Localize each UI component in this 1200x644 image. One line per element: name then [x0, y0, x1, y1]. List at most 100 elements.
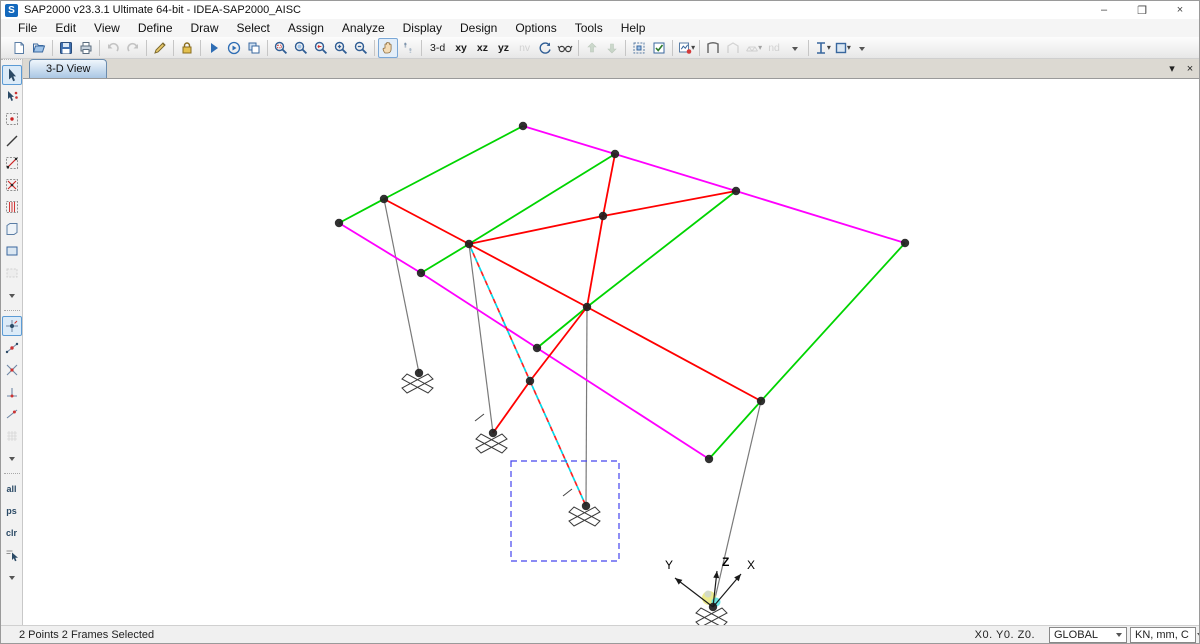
perspective-toggle-button[interactable] — [555, 38, 575, 58]
quick-draw-secondary-beams-button[interactable] — [2, 197, 22, 217]
restore-previous-selection-button[interactable]: ps — [2, 501, 22, 521]
snap-to-fine-grid-icon — [4, 428, 20, 444]
menu-bar: FileEditViewDefineDrawSelectAssignAnalyz… — [1, 19, 1199, 37]
redo-button — [123, 38, 143, 58]
units-select[interactable]: KN, mm, C — [1130, 627, 1196, 643]
close-button[interactable]: × — [1161, 1, 1199, 19]
refresh-window-button[interactable] — [150, 38, 170, 58]
draw-poly-area-button[interactable] — [2, 219, 22, 239]
menu-help[interactable]: Help — [612, 19, 655, 37]
menu-select[interactable]: Select — [228, 19, 279, 37]
snap-to-perpendicular-button[interactable] — [2, 382, 22, 402]
select-pointer-button[interactable] — [2, 65, 22, 85]
truss-frame-tool-dropdown-icon[interactable]: ▾ — [758, 43, 762, 52]
area-section-display-dropdown-icon[interactable]: ▾ — [847, 43, 851, 52]
shrink-objects-button[interactable] — [629, 38, 649, 58]
area-section-display-button[interactable]: ▾ — [832, 38, 852, 58]
coordinate-system-select[interactable]: GLOBAL — [1049, 627, 1127, 643]
more-display-dropdown-button[interactable] — [852, 38, 872, 58]
object-shortcut-options-dropdown-icon[interactable]: ▾ — [691, 43, 695, 52]
run-analysis-options-button[interactable] — [224, 38, 244, 58]
minimize-button[interactable]: – — [1085, 1, 1123, 19]
draw-rect-area-button[interactable] — [2, 241, 22, 261]
clear-selection-button[interactable]: clr — [2, 523, 22, 543]
set-display-options-button[interactable] — [649, 38, 669, 58]
previous-zoom-button[interactable] — [311, 38, 331, 58]
rotate-3d-view-button[interactable] — [535, 38, 555, 58]
zoom-out-one-step-button[interactable] — [351, 38, 371, 58]
set-3d-view-button[interactable]: 3-d — [425, 38, 450, 58]
snap-to-intersections-button[interactable] — [2, 360, 22, 380]
menu-analyze[interactable]: Analyze — [333, 19, 394, 37]
frame-section-display-dropdown-icon[interactable]: ▾ — [827, 43, 831, 52]
toolbar-separator — [699, 40, 700, 56]
snap-to-ends-midpoints-button[interactable] — [2, 338, 22, 358]
more-select-tools-button[interactable] — [2, 567, 22, 587]
frame-section-display-button[interactable]: ▾ — [812, 38, 832, 58]
print-button[interactable] — [76, 38, 96, 58]
toolbar-separator — [173, 40, 174, 56]
quick-draw-braces-button[interactable] — [2, 175, 22, 195]
more-draw-tools-button[interactable] — [2, 285, 22, 305]
rubber-band-zoom-button[interactable] — [271, 38, 291, 58]
menu-file[interactable]: File — [9, 19, 46, 37]
tab-3d-view[interactable]: 3-D View — [29, 59, 107, 78]
draw-frame-button[interactable] — [2, 131, 22, 151]
menu-view[interactable]: View — [85, 19, 129, 37]
new-model-icon — [11, 40, 27, 56]
new-model-button[interactable] — [9, 38, 29, 58]
template-dropdown-button[interactable] — [785, 38, 805, 58]
shrink-objects-icon — [631, 40, 647, 56]
select-all-button[interactable]: all — [2, 479, 22, 499]
portal-frame-tool-button[interactable] — [703, 38, 723, 58]
maximize-button[interactable]: ❐ — [1123, 1, 1161, 19]
more-snap-tools-button[interactable] — [2, 448, 22, 468]
save-model-button[interactable] — [56, 38, 76, 58]
object-shortcut-options-button[interactable]: ▾ — [676, 38, 696, 58]
snap-to-lines-edges-button[interactable] — [2, 404, 22, 424]
menu-tools[interactable]: Tools — [566, 19, 612, 37]
zoom-in-one-step-icon — [333, 40, 349, 56]
quick-draw-frame-button[interactable] — [2, 153, 22, 173]
walkthrough-button[interactable] — [398, 38, 418, 58]
joint-nodes — [335, 122, 909, 611]
menu-design[interactable]: Design — [451, 19, 506, 37]
snap-to-intersections-icon — [4, 362, 20, 378]
menu-edit[interactable]: Edit — [46, 19, 85, 37]
set-3d-view-label: 3-d — [426, 42, 449, 54]
run-analysis-button[interactable] — [204, 38, 224, 58]
menu-options[interactable]: Options — [506, 19, 565, 37]
set-yz-view-button[interactable]: yz — [493, 38, 514, 58]
menu-assign[interactable]: Assign — [279, 19, 333, 37]
toolbar-separator — [200, 40, 201, 56]
snap-to-joints-button[interactable] — [2, 316, 22, 336]
model-svg[interactable]: XYZ — [23, 79, 1200, 627]
deselect-mode-icon — [4, 547, 20, 563]
chevron-down-icon — [1116, 633, 1122, 637]
quick-draw-secondary-beams-icon — [4, 199, 20, 215]
tab-close-icon[interactable]: × — [1181, 60, 1199, 78]
restore-full-view-button[interactable] — [291, 38, 311, 58]
zoom-in-one-step-button[interactable] — [331, 38, 351, 58]
model-alive-button[interactable] — [244, 38, 264, 58]
set-xy-view-button[interactable]: xy — [450, 38, 472, 58]
menu-define[interactable]: Define — [129, 19, 182, 37]
menu-draw[interactable]: Draw — [182, 19, 228, 37]
axis-y-label: Y — [665, 558, 673, 572]
tab-list-dropdown-icon[interactable]: ▾ — [1163, 60, 1181, 78]
set-xz-view-button[interactable]: xz — [472, 38, 493, 58]
redo-icon — [125, 40, 141, 56]
save-model-icon — [58, 40, 74, 56]
selected-point-marks — [475, 414, 572, 496]
reshape-object-button[interactable] — [2, 87, 22, 107]
toolbar-separator — [52, 40, 53, 56]
model-canvas[interactable]: XYZ — [23, 79, 1199, 625]
lock-model-button[interactable] — [177, 38, 197, 58]
select-all-label: all — [6, 484, 16, 494]
deselect-mode-button[interactable] — [2, 545, 22, 565]
snap-to-ends-midpoints-icon — [4, 340, 20, 356]
open-model-button[interactable] — [29, 38, 49, 58]
draw-joint-button[interactable] — [2, 109, 22, 129]
menu-display[interactable]: Display — [394, 19, 451, 37]
pan-button[interactable] — [378, 38, 398, 58]
